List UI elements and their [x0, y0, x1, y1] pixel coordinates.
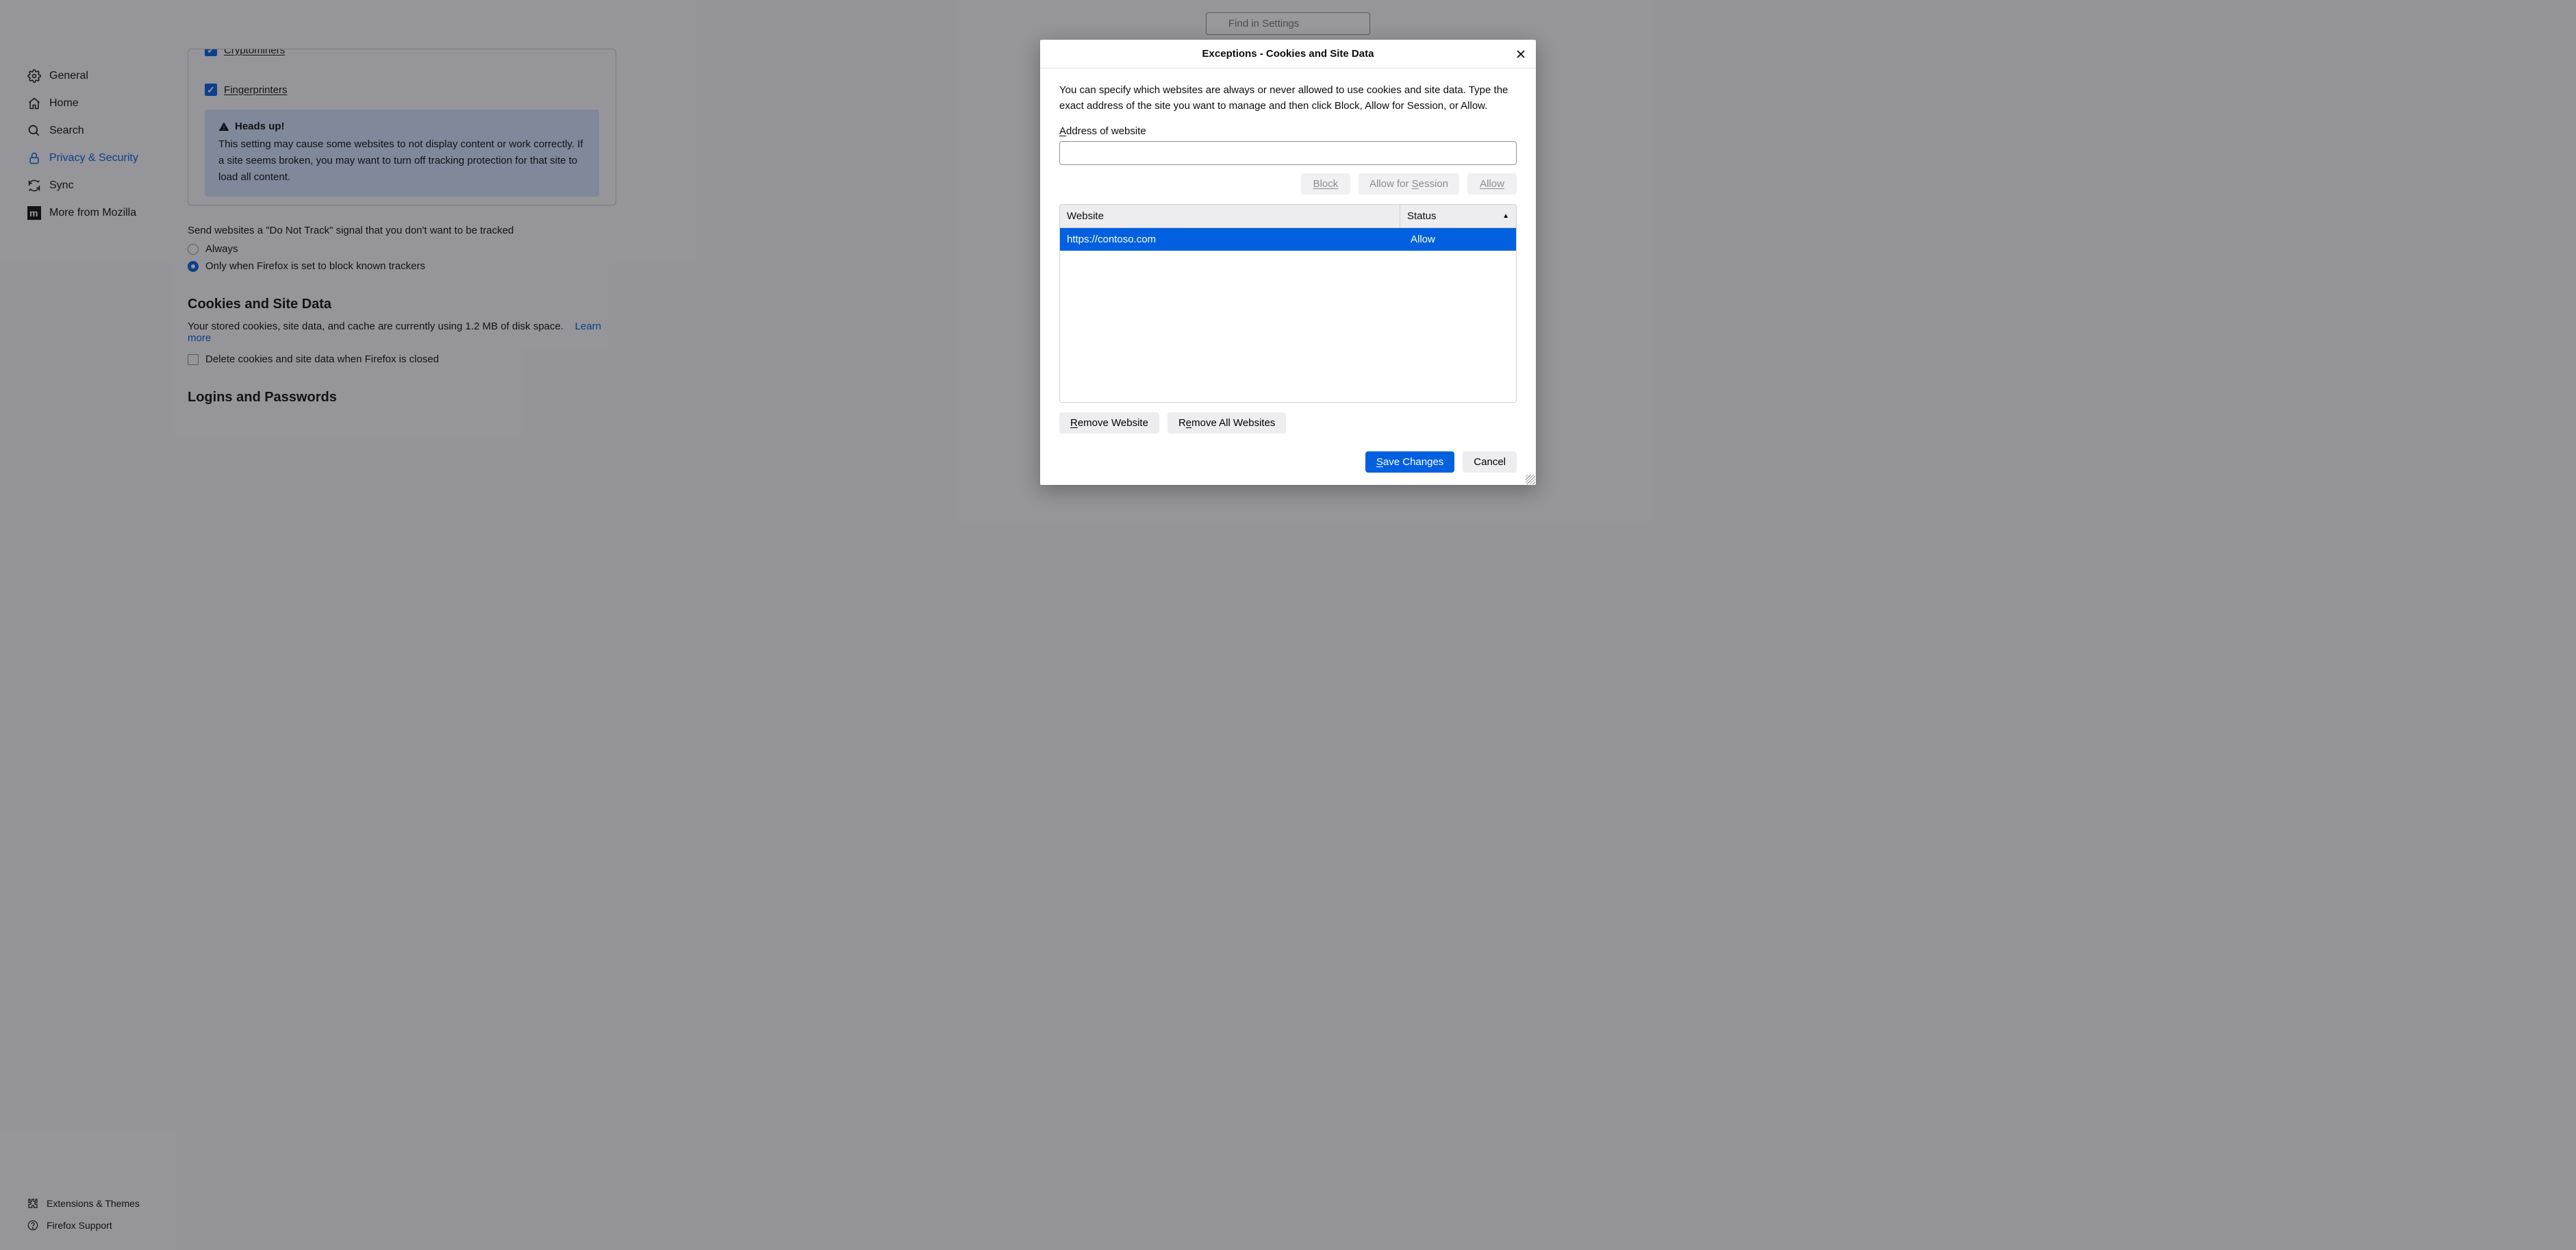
- close-button[interactable]: [1513, 46, 1529, 62]
- resize-handle[interactable]: [1526, 475, 1535, 484]
- block-button[interactable]: Block: [1301, 173, 1350, 195]
- exceptions-dialog: Exceptions - Cookies and Site Data You c…: [1040, 40, 1536, 485]
- address-input[interactable]: [1059, 141, 1517, 165]
- table-row[interactable]: https://contoso.com Allow: [1060, 228, 1516, 251]
- allow-button[interactable]: Allow: [1467, 173, 1517, 195]
- address-label: Address of website: [1059, 125, 1517, 137]
- exceptions-table: Website Status ▲ https://contoso.com All…: [1059, 204, 1517, 403]
- cancel-button[interactable]: Cancel: [1463, 451, 1517, 473]
- col-status[interactable]: Status ▲: [1400, 205, 1516, 227]
- row-site: https://contoso.com: [1060, 228, 1400, 251]
- dialog-description: You can specify which websites are alway…: [1059, 82, 1517, 114]
- col-website[interactable]: Website: [1060, 205, 1400, 227]
- save-changes-button[interactable]: Save Changes: [1365, 451, 1454, 473]
- row-status: Allow: [1400, 228, 1516, 251]
- modal-overlay: Exceptions - Cookies and Site Data You c…: [0, 0, 2576, 1250]
- remove-website-button[interactable]: Remove Website: [1059, 412, 1159, 434]
- dialog-title: Exceptions - Cookies and Site Data: [1202, 48, 1374, 60]
- remove-all-websites-button[interactable]: Remove All Websites: [1167, 412, 1286, 434]
- sort-asc-icon: ▲: [1502, 212, 1509, 220]
- allow-session-button[interactable]: Allow for Session: [1359, 173, 1459, 195]
